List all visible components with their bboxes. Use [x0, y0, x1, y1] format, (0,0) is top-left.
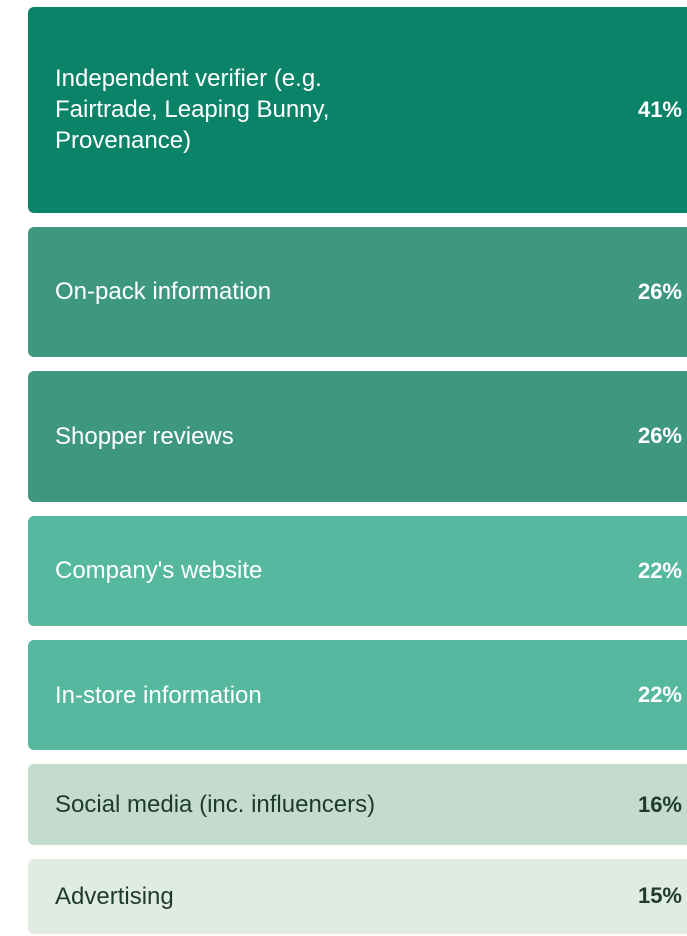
bar-row: In-store information 22% [28, 640, 687, 751]
bar-row: Independent verifier (e.g. Fairtrade, Le… [28, 7, 687, 213]
bar-row: Company's website 22% [28, 515, 687, 627]
bar-label: In-store information [55, 681, 262, 709]
bar-label: Shopper reviews [55, 422, 234, 450]
bar-value-label: 22% [637, 557, 682, 583]
bar-value-label: 16% [637, 791, 682, 817]
bar-row: Advertising 15% [28, 858, 687, 934]
bar-value-label: 41% [637, 96, 682, 122]
bar-label: On-pack information [55, 278, 272, 306]
bar-label: Independent verifier (e.g. Fairtrade, Le… [55, 65, 330, 155]
bar-row: Social media (inc. influencers) 16% [28, 764, 687, 845]
bar-label: Advertising [55, 882, 174, 910]
bar-label: Company's website [55, 557, 263, 585]
trust-sources-chart: Independent verifier (e.g. Fairtrade, Le… [28, 0, 687, 936]
bar-value-label: 22% [637, 682, 682, 708]
bar-value-label: 26% [637, 423, 682, 449]
bar-row: On-pack information 26% [28, 226, 687, 358]
bar-value-label: 26% [637, 278, 682, 304]
bar-label: Social media (inc. influencers) [55, 791, 376, 819]
bar-row: Shopper reviews 26% [28, 371, 687, 502]
bar-value-label: 15% [637, 883, 682, 909]
